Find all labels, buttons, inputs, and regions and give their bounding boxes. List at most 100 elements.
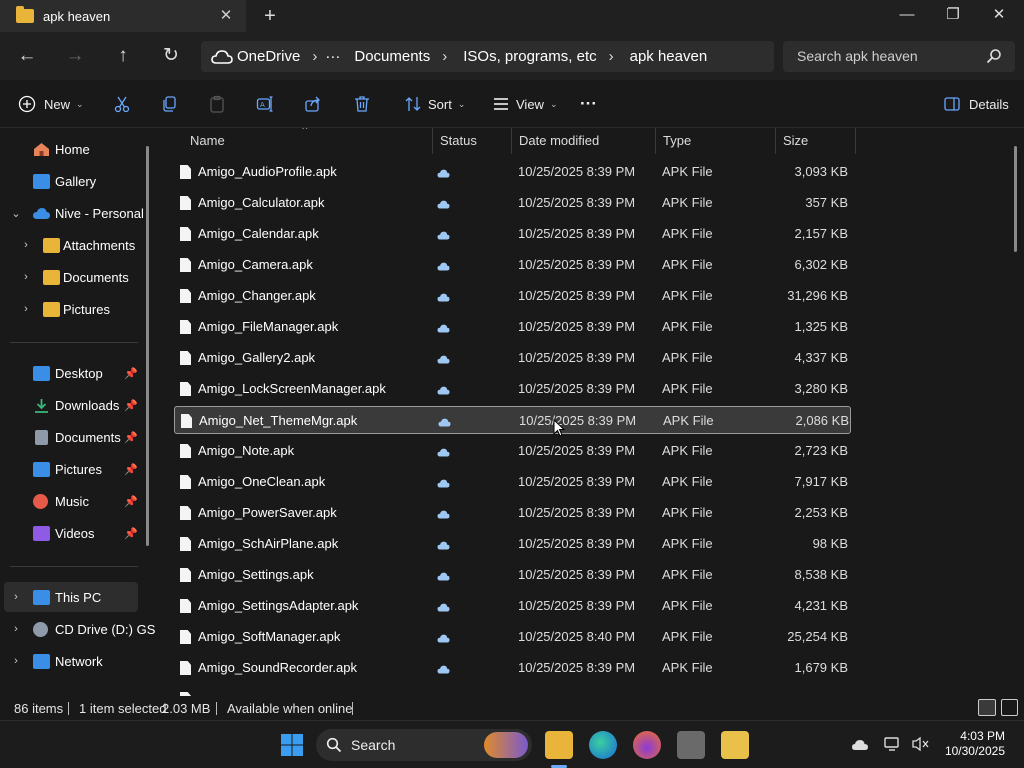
pin-icon[interactable]: 📌	[124, 399, 138, 412]
maximize-button[interactable]: ❐	[930, 0, 976, 32]
view-button[interactable]: View ⌄	[490, 90, 558, 118]
table-row[interactable]: Amigo_Gallery2.apk 10/25/2025 8:39 PM APK …	[174, 344, 851, 372]
column-header-type[interactable]: Type	[655, 128, 776, 154]
search-box[interactable]: Search apk heaven	[783, 41, 1015, 72]
table-row[interactable]: Amigo_SettingsAdapter.apk 10/25/2025 8:39…	[174, 592, 851, 620]
file-name[interactable]: Amigo_Net_ThemeMgr.apk	[199, 413, 357, 428]
app-icon[interactable]	[677, 731, 705, 759]
table-row[interactable]: Amigo_FileManager.apk 10/25/2025 8:39 PM A…	[174, 313, 851, 341]
edge-browser-icon[interactable]	[589, 731, 617, 759]
table-row[interactable]: Amigo_LockScreenManager.apk 10/25/2025 8:…	[174, 375, 851, 403]
table-row[interactable]	[174, 685, 851, 696]
file-name[interactable]: Amigo_PowerSaver.apk	[198, 505, 337, 520]
table-row[interactable]: Amigo_Calendar.apk 10/25/2025 8:39 PM APK …	[174, 220, 851, 248]
paste-button[interactable]	[206, 90, 228, 118]
back-button[interactable]: ←	[12, 42, 42, 70]
table-row[interactable]: Amigo_Changer.apk 10/25/2025 8:39 PM APK F…	[174, 282, 851, 310]
chevron-right-icon[interactable]: ›	[10, 623, 22, 635]
start-windows-icon[interactable]	[278, 731, 306, 759]
chevron-right-icon[interactable]: ›	[10, 655, 22, 667]
details-button[interactable]: Details	[941, 90, 1009, 118]
up-button[interactable]: ↑	[108, 42, 138, 70]
network-tray-icon[interactable]	[884, 736, 902, 752]
close-tab-button[interactable]: ✕	[216, 6, 236, 26]
file-name[interactable]: Amigo_FileManager.apk	[198, 319, 338, 334]
breadcrumb-isos[interactable]: ISOs, programs, etc	[463, 48, 596, 65]
breadcrumb-separator[interactable]: ›	[609, 48, 614, 65]
sort-button[interactable]: Sort ⌄	[402, 90, 465, 118]
table-row[interactable]: Amigo_AudioProfile.apk 10/25/2025 8:39 PM…	[174, 158, 851, 186]
file-name[interactable]: Amigo_Gallery2.apk	[198, 350, 315, 365]
pin-icon[interactable]: 📌	[124, 527, 138, 540]
minimize-button[interactable]: —	[884, 0, 930, 32]
rename-button[interactable]: A	[254, 90, 276, 118]
taskbar-search[interactable]: Search	[316, 729, 532, 761]
file-name[interactable]: Amigo_SoundRecorder.apk	[198, 660, 357, 675]
details-view-toggle-icon[interactable]	[978, 699, 996, 716]
file-name[interactable]: Amigo_Camera.apk	[198, 257, 313, 272]
tiles-view-toggle-icon[interactable]	[1001, 699, 1018, 716]
table-row[interactable]: Amigo_Settings.apk 10/25/2025 8:39 PM APK …	[174, 561, 851, 589]
close-window-button[interactable]: ✕	[976, 0, 1022, 32]
chevron-right-icon[interactable]: ›	[20, 239, 32, 251]
sidebar-item-desktop[interactable]: Desktop 📌	[0, 358, 140, 388]
pin-icon[interactable]: 📌	[124, 431, 138, 444]
cut-button[interactable]	[111, 90, 133, 118]
table-row[interactable]: Amigo_Camera.apk 10/25/2025 8:39 PM APK Fi…	[174, 251, 851, 279]
sidebar-item-documents-onedrive[interactable]: › Documents	[0, 262, 140, 292]
share-button[interactable]	[302, 90, 324, 118]
sidebar-item-documents[interactable]: Documents 📌	[0, 422, 140, 452]
sidebar-item-gallery[interactable]: Gallery	[0, 166, 140, 196]
sidebar-item-cd-drive[interactable]: › CD Drive (D:) GS	[0, 614, 155, 644]
table-row[interactable]: Amigo_Net_ThemeMgr.apk 10/25/2025 8:39 PM…	[174, 406, 851, 434]
sidebar-item-nive-personal[interactable]: ⌄ Nive - Personal	[0, 198, 143, 228]
file-name[interactable]: Amigo_Settings.apk	[198, 567, 314, 582]
delete-button[interactable]	[351, 90, 373, 118]
breadcrumb-apk-heaven[interactable]: apk heaven	[630, 48, 708, 65]
onedrive-tray-icon[interactable]	[852, 739, 868, 751]
column-header-date[interactable]: Date modified	[511, 128, 656, 154]
more-options-button[interactable]: ···	[580, 90, 597, 118]
pin-icon[interactable]: 📌	[124, 367, 138, 380]
sidebar-item-pictures[interactable]: Pictures 📌	[0, 454, 140, 484]
column-header-status[interactable]: Status	[432, 128, 512, 154]
file-explorer-icon[interactable]	[545, 731, 573, 759]
search-icon[interactable]	[986, 48, 1002, 64]
new-button[interactable]: New ⌄	[16, 90, 84, 118]
sidebar-item-music[interactable]: Music 📌	[0, 486, 140, 516]
table-row[interactable]: Amigo_OneClean.apk 10/25/2025 8:39 PM APK …	[174, 468, 851, 496]
pin-icon[interactable]: 📌	[124, 463, 138, 476]
chevron-right-icon[interactable]: ›	[10, 591, 22, 603]
file-name[interactable]: Amigo_OneClean.apk	[198, 474, 325, 489]
new-tab-button[interactable]: +	[258, 5, 282, 27]
chevron-right-icon[interactable]: ›	[20, 271, 32, 283]
file-name[interactable]: Amigo_LockScreenManager.apk	[198, 381, 386, 396]
chevron-down-icon[interactable]: ⌄	[10, 207, 22, 220]
file-name[interactable]: Amigo_Calculator.apk	[198, 195, 324, 210]
table-row[interactable]: Amigo_SchAirPlane.apk 10/25/2025 8:39 PM A…	[174, 530, 851, 558]
file-name[interactable]: Amigo_AudioProfile.apk	[198, 164, 337, 179]
breadcrumb-more[interactable]: ···	[325, 48, 340, 65]
file-name[interactable]: Amigo_Calendar.apk	[198, 226, 319, 241]
sidebar-scrollbar[interactable]	[146, 146, 149, 546]
tab-apk-heaven[interactable]: apk heaven ✕	[0, 0, 246, 32]
sidebar-item-pictures-onedrive[interactable]: › Pictures	[0, 294, 140, 324]
forward-button[interactable]: →	[60, 42, 90, 70]
folder-app-icon[interactable]	[721, 731, 749, 759]
sidebar-item-downloads[interactable]: Downloads 📌	[0, 390, 140, 420]
pin-icon[interactable]: 📌	[124, 495, 138, 508]
breadcrumb-separator[interactable]: ›	[312, 48, 317, 65]
breadcrumb-separator[interactable]: ›	[442, 48, 447, 65]
breadcrumb-onedrive[interactable]: OneDrive	[237, 48, 300, 65]
table-row[interactable]: Amigo_Note.apk 10/25/2025 8:39 PM APK File…	[174, 437, 851, 465]
file-name[interactable]: Amigo_SchAirPlane.apk	[198, 536, 338, 551]
firefox-icon[interactable]	[633, 731, 661, 759]
file-name[interactable]: Amigo_Changer.apk	[198, 288, 316, 303]
column-header-size[interactable]: Size	[775, 128, 856, 154]
clock[interactable]: 4:03 PM 10/30/2025	[943, 729, 1005, 759]
table-row[interactable]: Amigo_SoftManager.apk 10/25/2025 8:40 PM A…	[174, 623, 851, 651]
chevron-right-icon[interactable]: ›	[20, 303, 32, 315]
file-name[interactable]: Amigo_Note.apk	[198, 443, 294, 458]
sidebar-item-videos[interactable]: Videos 📌	[0, 518, 140, 548]
breadcrumb-documents[interactable]: Documents	[354, 48, 430, 65]
